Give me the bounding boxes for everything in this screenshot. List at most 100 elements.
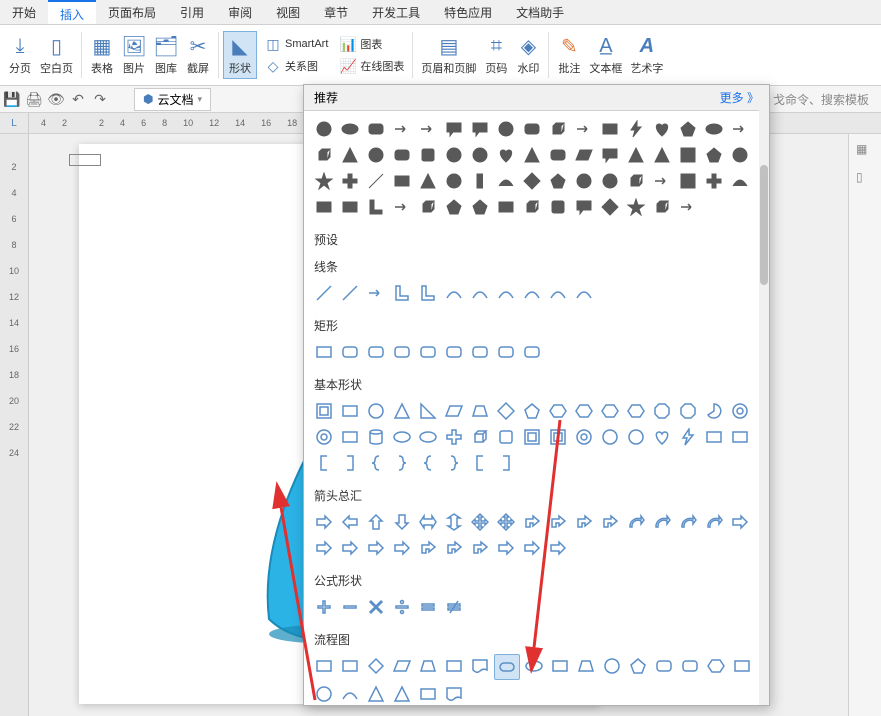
smartart-button[interactable]: ◫SmartArt: [261, 34, 332, 54]
shape-can[interactable]: [546, 195, 570, 219]
tab-start[interactable]: 开始: [0, 0, 48, 24]
shape-rrect[interactable]: [364, 117, 388, 141]
table-button[interactable]: ▦表格: [86, 32, 118, 78]
screenshot-button[interactable]: ✂截屏: [182, 32, 214, 78]
shape-cube[interactable]: [650, 195, 674, 219]
shape-arrUD[interactable]: [442, 510, 466, 534]
shape-donut[interactable]: [442, 169, 466, 193]
shape-L[interactable]: [416, 281, 440, 305]
shape-hex[interactable]: [572, 399, 596, 423]
ruler-vertical[interactable]: 24681012141618202224: [0, 134, 29, 716]
shape-rect[interactable]: [728, 425, 752, 449]
shape-heart[interactable]: [650, 425, 674, 449]
shape-tri[interactable]: [390, 399, 414, 423]
shape-eqMult[interactable]: [364, 595, 388, 619]
shape-star[interactable]: [624, 195, 648, 219]
shape-curve[interactable]: [442, 281, 466, 305]
tab-review[interactable]: 审阅: [216, 0, 264, 24]
shape-plus[interactable]: [442, 425, 466, 449]
online-chart-button[interactable]: 📈在线图表: [336, 56, 408, 76]
tab-view[interactable]: 视图: [264, 0, 312, 24]
shape-arrow[interactable]: [728, 117, 752, 141]
shape-rrect[interactable]: [546, 143, 570, 167]
shape-rrect[interactable]: [678, 654, 702, 678]
shape-fcDoc[interactable]: [468, 654, 492, 678]
shape-speech[interactable]: [442, 117, 466, 141]
shape-circle[interactable]: [494, 117, 518, 141]
shape-rect[interactable]: [442, 654, 466, 678]
shape-diamond[interactable]: [494, 399, 518, 423]
shape-arrR[interactable]: [312, 510, 336, 534]
header-footer-button[interactable]: ▤页眉和页脚: [417, 32, 480, 78]
shape-rect[interactable]: [730, 654, 754, 678]
shape-circle[interactable]: [572, 169, 596, 193]
shape-arrBent[interactable]: [442, 536, 466, 560]
shape-trap[interactable]: [416, 654, 440, 678]
shape-arrR[interactable]: [364, 536, 388, 560]
shape-hex[interactable]: [546, 399, 570, 423]
shape-arrow[interactable]: [390, 117, 414, 141]
shape-arrQuad[interactable]: [468, 510, 492, 534]
shape-arrR[interactable]: [494, 536, 518, 560]
shape-arrow[interactable]: [650, 169, 674, 193]
shape-rrect[interactable]: [494, 340, 518, 364]
shape-para[interactable]: [572, 143, 596, 167]
shape-cube[interactable]: [468, 425, 492, 449]
shape-circle[interactable]: [364, 143, 388, 167]
shape-rrect[interactable]: [338, 340, 362, 364]
shape-circle[interactable]: [600, 654, 624, 678]
shape-arrBent[interactable]: [468, 536, 492, 560]
shape-arrBent[interactable]: [546, 510, 570, 534]
shape-heart[interactable]: [494, 143, 518, 167]
shape-rect[interactable]: [598, 117, 622, 141]
shape-frame[interactable]: [546, 425, 570, 449]
shape-fcTerm[interactable]: [494, 654, 520, 680]
shape-speech[interactable]: [598, 143, 622, 167]
shape-pent[interactable]: [546, 169, 570, 193]
shape-arrU[interactable]: [364, 510, 388, 534]
shape-ellipse[interactable]: [390, 425, 414, 449]
document-tab[interactable]: ⬢ 云文档 ▾: [134, 88, 211, 111]
shape-line[interactable]: [338, 281, 362, 305]
shape-arrD[interactable]: [390, 510, 414, 534]
shape-circle[interactable]: [598, 425, 622, 449]
shape-rect[interactable]: [312, 340, 336, 364]
shape-arrCurve[interactable]: [702, 510, 726, 534]
shape-heart[interactable]: [650, 117, 674, 141]
shape-arrBent[interactable]: [598, 510, 622, 534]
shape-ellipse[interactable]: [702, 117, 726, 141]
shape-arrQuad[interactable]: [494, 510, 518, 534]
shape-bracer[interactable]: [390, 451, 414, 475]
shape-tri[interactable]: [520, 143, 544, 167]
shape-speech[interactable]: [468, 117, 492, 141]
shape-tri[interactable]: [650, 143, 674, 167]
shape-circle[interactable]: [312, 682, 336, 706]
gallery-button[interactable]: 🗂图库: [150, 32, 182, 78]
comment-button[interactable]: ✎批注: [553, 32, 585, 78]
tab-chapter[interactable]: 章节: [312, 0, 360, 24]
shape-arrCurve[interactable]: [676, 510, 700, 534]
shape-brackl[interactable]: [468, 169, 492, 193]
shape-oct[interactable]: [676, 399, 700, 423]
shape-arrow[interactable]: [390, 195, 414, 219]
shape-arrow[interactable]: [572, 117, 596, 141]
shape-rrect[interactable]: [390, 340, 414, 364]
shape-ellipse[interactable]: [522, 654, 546, 678]
shape-speech[interactable]: [572, 195, 596, 219]
qat-preview-icon[interactable]: 👁: [48, 91, 64, 107]
shape-cube[interactable]: [546, 117, 570, 141]
shape-pie[interactable]: [702, 399, 726, 423]
more-link[interactable]: 更多 》: [720, 89, 759, 106]
shape-donut[interactable]: [312, 425, 336, 449]
shape-eqEq[interactable]: [416, 595, 440, 619]
shape-plus[interactable]: [702, 169, 726, 193]
shape-frame[interactable]: [520, 425, 544, 449]
shape-plus[interactable]: [338, 169, 362, 193]
shape-pent[interactable]: [442, 195, 466, 219]
shape-donut[interactable]: [728, 399, 752, 423]
shape-arrCurve[interactable]: [624, 510, 648, 534]
shape-cube[interactable]: [624, 169, 648, 193]
dropdown-scrollbar[interactable]: [759, 111, 769, 705]
shape-tri[interactable]: [338, 143, 362, 167]
tab-features[interactable]: 特色应用: [432, 0, 504, 24]
